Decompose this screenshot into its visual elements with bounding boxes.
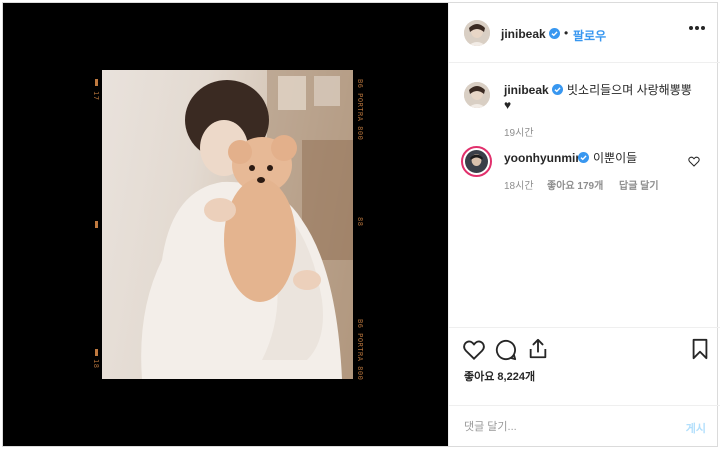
post-author-username[interactable]: jinibeak [501,27,546,41]
avatar[interactable] [464,82,490,108]
caption-username[interactable]: jinibeak [504,83,549,97]
add-comment-bar: 게시 [449,405,720,446]
film-label-left-bottom: 18 [92,359,100,369]
follow-separator: • [564,26,569,40]
comment-like-heart-icon[interactable] [688,156,700,167]
post-header: jinibeak • 팔로우 [449,3,720,63]
post-photo [102,70,353,379]
verified-icon [549,28,560,39]
verified-icon [552,84,563,95]
comment-timestamp[interactable]: 18시간 [504,177,534,192]
reply-button[interactable]: 답글 달기 [619,177,659,192]
film-label-right-mid: 88 [356,217,364,227]
comment-likes-count[interactable]: 좋아요 179개 [547,177,603,192]
comment-input[interactable] [464,419,664,435]
film-label-right-bottom: B6 PORTRA 800 [356,319,364,381]
post-actions: 좋아요 8,224개 [449,327,720,405]
follow-button[interactable]: 팔로우 [573,27,606,44]
verified-icon [578,152,589,163]
more-options-icon[interactable] [688,25,706,31]
post-media[interactable]: 17 18 B6 PORTRA 800 88 B6 PORTRA 800 [3,3,448,446]
comment-bubble-icon[interactable] [495,339,517,361]
film-label-left-top: 17 [92,91,100,101]
avatar[interactable] [461,146,492,177]
bookmark-icon[interactable] [689,338,711,360]
caption-timestamp[interactable]: 19시간 [504,124,534,139]
film-tick [95,221,98,228]
like-heart-icon[interactable] [463,339,485,361]
caption-text-heart: ♥ [504,98,512,112]
film-label-right-top: B6 PORTRA 800 [356,79,364,141]
post-comment-button[interactable]: 게시 [686,420,706,436]
film-tick [95,349,98,356]
comment-text: 이뿐이들 [593,151,638,165]
post-likes-count[interactable]: 좋아요 8,224개 [464,368,535,384]
comment-username[interactable]: yoonhyunmin [504,151,583,165]
comments-list[interactable]: jinibeak 빗소리들으며 사랑해뽕뽕 ♥ 19시간 yoonhyunmin… [449,64,720,326]
avatar[interactable] [464,20,490,46]
film-tick [95,79,98,86]
photo-woman-with-dog [141,70,353,379]
share-icon[interactable] [527,338,549,360]
post-modal: 17 18 B6 PORTRA 800 88 B6 PORTRA 800 jin… [2,2,720,447]
caption-text: 빗소리들으며 사랑해뽕뽕 [567,83,692,97]
post-side-panel: jinibeak • 팔로우 jinibeak 빗소리들으며 사랑해뽕뽕 ♥ 1… [448,3,720,446]
